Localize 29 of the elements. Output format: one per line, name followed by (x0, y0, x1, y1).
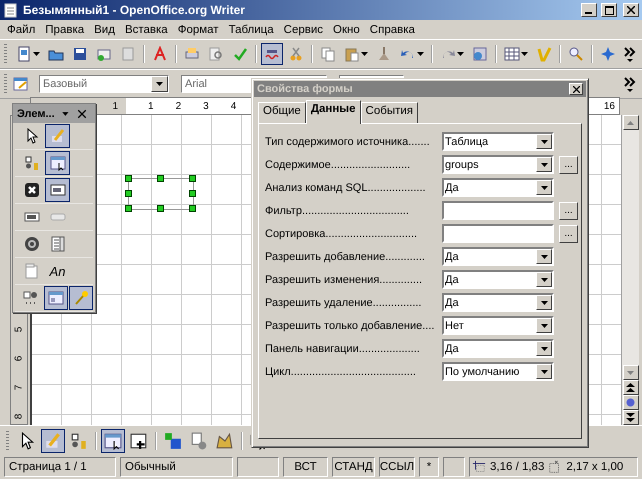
property-label: Разрешить добавление............. (265, 250, 426, 262)
modified-indicator: * (419, 457, 439, 477)
ruler-number: 2 (176, 100, 182, 112)
ruler-number: 7 (14, 384, 24, 392)
ruler-number: 3 (203, 100, 209, 112)
property-label: Разрешить только добавление.... (265, 320, 436, 332)
property-label: Разрешить удаление................ (265, 296, 422, 308)
toolbar-title: Элем... (17, 108, 55, 120)
ruler-number: 5 (14, 326, 24, 334)
window-title: Безымянный1 - OpenOffice.org Writer (23, 3, 246, 17)
ruler-number: 6 (14, 354, 24, 364)
property-label: Сортировка.............................. (265, 228, 418, 240)
property-label: Фильтр................................... (265, 204, 410, 216)
dialog-title: Свойства формы (257, 83, 353, 95)
ruler-number: 4 (230, 100, 236, 112)
position-readout: 3,16 / 1,83 (490, 461, 544, 473)
page-style: Обычный (120, 457, 233, 477)
ruler-number: 16 (604, 100, 616, 112)
property-label: Содержимое.......................... (265, 158, 412, 170)
property-label: Цикл......................................... (265, 366, 417, 378)
property-label: Панель навигации.................... (265, 342, 421, 354)
page-count: Страница 1 / 1 (4, 457, 116, 477)
property-label: Анализ команд SQL................... (265, 182, 427, 194)
ruler-number: 1 (148, 100, 154, 112)
property-label: Разрешить изменения.............. (265, 274, 424, 286)
size-readout: 2,17 x 1,00 (566, 461, 624, 473)
property-label: Тип содержимого источника....... (265, 136, 431, 148)
ruler-number: 1 (112, 100, 118, 112)
ruler-number: 8 (14, 412, 24, 422)
